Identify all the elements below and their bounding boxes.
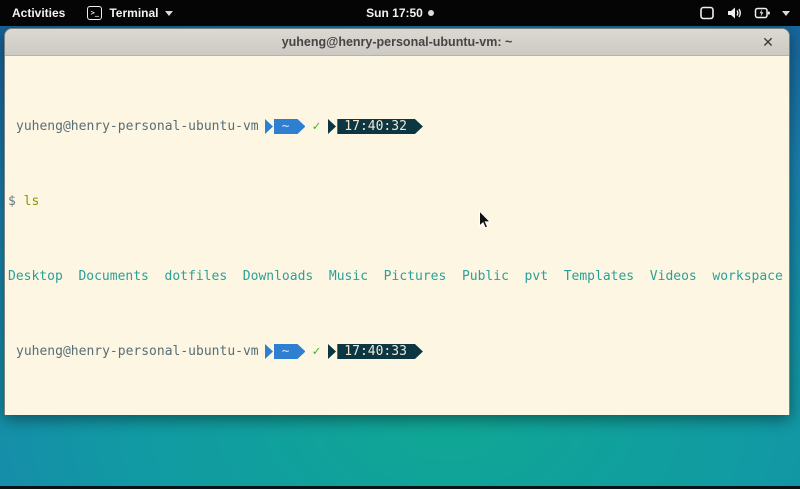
- powerline-arrow-icon: [265, 344, 273, 359]
- powerline-arrow-icon: [265, 119, 273, 134]
- notification-dot: [428, 10, 434, 16]
- close-button[interactable]: ✕: [756, 29, 780, 56]
- prompt-dir-badge: ~: [265, 344, 306, 359]
- prompt-dir-badge: ~: [265, 119, 306, 134]
- screen-share-icon: [699, 6, 715, 20]
- system-status-area[interactable]: [689, 0, 800, 26]
- terminal-content[interactable]: yuheng@henry-personal-ubuntu-vm ~ ✓ 17:4…: [5, 56, 789, 415]
- ls-output: Desktop Documents dotfiles Downloads Mus…: [8, 269, 789, 284]
- top-bar: Activities >_ Terminal Sun 17:50: [0, 0, 800, 26]
- activities-button[interactable]: Activities: [0, 0, 77, 26]
- prompt-time-badge: 17:40:33: [328, 344, 423, 359]
- powerline-arrow-icon: [328, 119, 336, 134]
- prompt-user: yuheng@henry-personal-ubuntu-vm: [8, 344, 259, 359]
- window-titlebar[interactable]: yuheng@henry-personal-ubuntu-vm: ~ ✕: [5, 29, 789, 56]
- prompt-line: yuheng@henry-personal-ubuntu-vm ~ ✓ 17:4…: [8, 344, 789, 359]
- battery-charging-icon: [754, 6, 771, 20]
- prompt-symbol: $: [8, 194, 16, 209]
- powerline-arrow-icon: [328, 344, 336, 359]
- typed-command: ls: [24, 194, 40, 209]
- clock-button[interactable]: Sun 17:50: [366, 6, 434, 20]
- terminal-icon: >_: [87, 6, 102, 20]
- window-title: yuheng@henry-personal-ubuntu-vm: ~: [282, 35, 513, 49]
- command-line: $ ls: [8, 194, 789, 209]
- volume-icon: [726, 6, 743, 20]
- clock-label: Sun 17:50: [366, 6, 423, 20]
- app-menu-terminal[interactable]: >_ Terminal: [77, 0, 183, 26]
- prompt-user: yuheng@henry-personal-ubuntu-vm: [8, 119, 259, 134]
- prompt-line: yuheng@henry-personal-ubuntu-vm ~ ✓ 17:4…: [8, 119, 789, 134]
- check-icon: ✓: [312, 344, 320, 359]
- chevron-down-icon: [782, 11, 790, 16]
- check-icon: ✓: [312, 119, 320, 134]
- terminal-window: yuheng@henry-personal-ubuntu-vm: ~ ✕ yuh…: [4, 28, 790, 415]
- chevron-down-icon: [165, 11, 173, 16]
- prompt-time-badge: 17:40:32: [328, 119, 423, 134]
- app-menu-label: Terminal: [109, 6, 158, 20]
